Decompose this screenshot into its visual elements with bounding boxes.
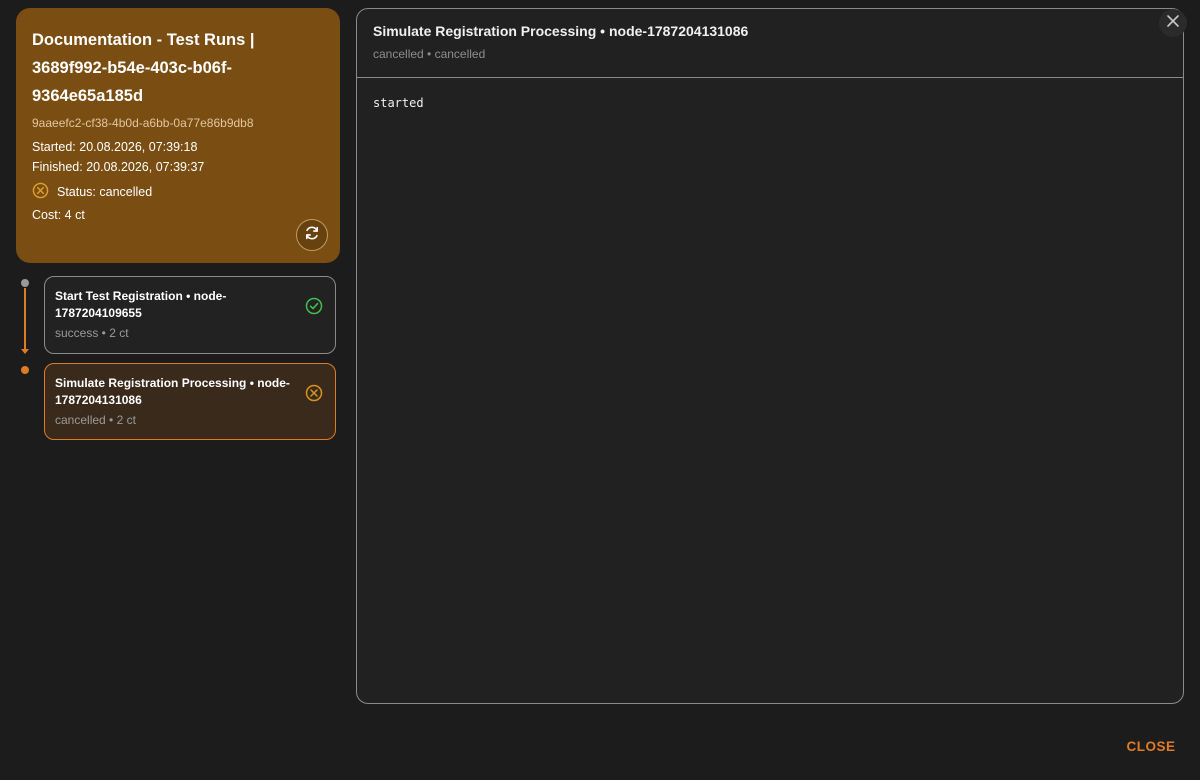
refresh-button[interactable]: [296, 219, 328, 251]
timeline-dot-2: [21, 366, 29, 374]
cancel-circle-icon: [305, 384, 323, 407]
node-title: Start Test Registration • node-178720410…: [55, 289, 227, 320]
node-title: Simulate Registration Processing • node-…: [55, 376, 290, 407]
check-circle-icon: [305, 297, 323, 320]
refresh-icon: [303, 224, 321, 247]
log-text: started: [373, 96, 424, 110]
detail-header: Simulate Registration Processing • node-…: [357, 9, 1183, 78]
close-icon: [1166, 14, 1180, 33]
timeline-connector: [24, 288, 26, 352]
run-summary-card: Documentation - Test Runs | 3689f992-b54…: [16, 8, 340, 263]
timeline-dot-1: [21, 279, 29, 287]
run-title: Documentation - Test Runs | 3689f992-b54…: [32, 31, 255, 105]
run-status: Status: cancelled: [32, 182, 324, 202]
detail-title: Simulate Registration Processing • node-…: [373, 23, 749, 39]
close-icon-button[interactable]: [1159, 9, 1187, 37]
run-cost: Cost: 4 ct: [32, 208, 85, 222]
cancel-circle-icon: [32, 182, 49, 202]
detail-log-output: started: [357, 78, 1183, 128]
node-meta: cancelled • 2 ct: [55, 413, 136, 427]
run-id: 9aaeefc2-cf38-4b0d-a6bb-0a77e86b9db8: [32, 116, 254, 130]
node-card-start-test-registration[interactable]: Start Test Registration • node-178720410…: [44, 276, 336, 354]
node-timeline: Start Test Registration • node-178720410…: [20, 276, 340, 446]
node-card-simulate-registration-processing[interactable]: Simulate Registration Processing • node-…: [44, 363, 336, 440]
detail-subtitle: cancelled • cancelled: [373, 47, 486, 61]
close-button[interactable]: CLOSE: [1118, 734, 1184, 758]
arrow-down-icon: [21, 349, 29, 354]
run-details-dialog: Documentation - Test Runs | 3689f992-b54…: [0, 0, 1200, 780]
run-status-text: Status: cancelled: [57, 185, 153, 199]
run-started: Started: 20.08.2026, 07:39:18: [32, 140, 198, 154]
run-finished: Finished: 20.08.2026, 07:39:37: [32, 160, 205, 174]
node-detail-panel: Simulate Registration Processing • node-…: [356, 8, 1184, 704]
node-meta: success • 2 ct: [55, 326, 129, 340]
